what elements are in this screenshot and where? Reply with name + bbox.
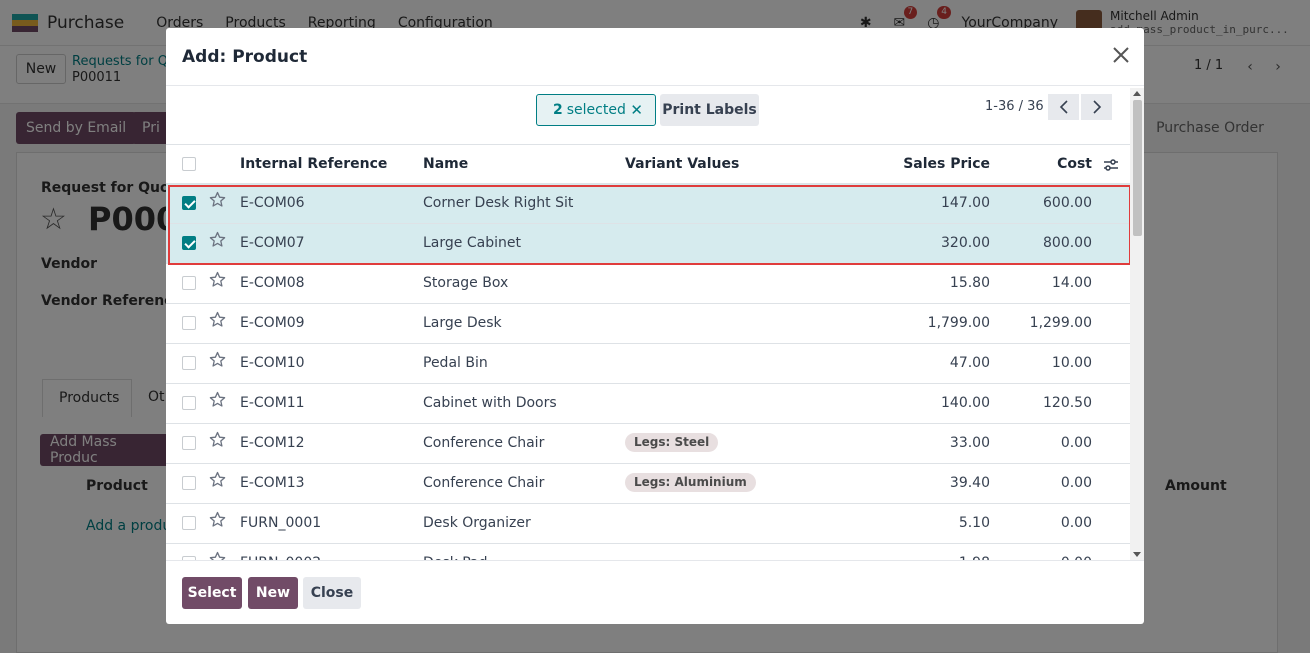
cell-cost: 800.00 — [1043, 235, 1092, 251]
favorite-star-icon[interactable] — [209, 311, 226, 328]
clear-selection-icon[interactable]: ✕ — [630, 101, 643, 119]
list-scrollbar[interactable] — [1130, 88, 1144, 560]
table-header: Internal Reference Name Variant Values S… — [166, 144, 1130, 184]
cell-cost: 0.00 — [1060, 475, 1092, 491]
select-button[interactable]: Select — [182, 577, 242, 609]
cell-name: Cabinet with Doors — [423, 395, 557, 411]
favorite-star-icon[interactable] — [209, 231, 226, 248]
cell-name: Large Desk — [423, 315, 502, 331]
row-checkbox[interactable] — [182, 436, 196, 450]
cell-name: Pedal Bin — [423, 355, 488, 371]
close-icon[interactable] — [1110, 44, 1132, 66]
favorite-star-icon[interactable] — [209, 551, 226, 560]
pager-next-button[interactable] — [1081, 94, 1112, 120]
table-row[interactable]: E-COM09 Large Desk 1,799.00 1,299.00 — [166, 304, 1130, 344]
cell-sales-price: 5.10 — [958, 515, 990, 531]
row-checkbox[interactable] — [182, 316, 196, 330]
list-toolbar: 2 selected ✕ Print Labels 1-36 / 36 — [166, 86, 1130, 144]
cell-internal-reference: E-COM13 — [240, 475, 305, 491]
variant-tag: Legs: Aluminium — [625, 473, 756, 492]
column-variant-values[interactable]: Variant Values — [625, 156, 739, 172]
dialog-header: Add: Product — [166, 28, 1144, 86]
favorite-star-icon[interactable] — [209, 351, 226, 368]
cell-cost: 120.50 — [1043, 395, 1092, 411]
favorite-star-icon[interactable] — [209, 191, 226, 208]
cell-sales-price: 320.00 — [941, 235, 990, 251]
table-row[interactable]: E-COM12 Conference Chair Legs: Steel 33.00 0… — [166, 424, 1130, 464]
optional-columns-icon[interactable] — [1103, 158, 1119, 172]
chevron-right-icon — [1092, 100, 1101, 114]
selected-count: 2 — [553, 102, 563, 118]
table-row[interactable]: E-COM11 Cabinet with Doors 140.00 120.50 — [166, 384, 1130, 424]
table-row[interactable]: E-COM06 Corner Desk Right Sit 147.00 600.00 — [166, 184, 1130, 224]
cell-sales-price: 140.00 — [941, 395, 990, 411]
table-row[interactable]: E-COM07 Large Cabinet 320.00 800.00 — [166, 224, 1130, 264]
new-button[interactable]: New — [248, 577, 298, 609]
product-list: E-COM06 Corner Desk Right Sit 147.00 600.00… — [166, 184, 1130, 560]
row-checkbox[interactable] — [182, 236, 196, 250]
cell-internal-reference: E-COM08 — [240, 275, 305, 291]
dialog-footer: Select New Close — [166, 560, 1144, 624]
cell-cost: 0.00 — [1060, 435, 1092, 451]
column-cost[interactable]: Cost — [996, 156, 1092, 172]
cell-internal-reference: E-COM10 — [240, 355, 305, 371]
pager-previous-button[interactable] — [1048, 94, 1079, 120]
cell-sales-price: 33.00 — [949, 435, 990, 451]
cell-sales-price: 15.80 — [949, 275, 990, 291]
add-product-dialog: Add: Product 2 selected ✕ Print Labels 1… — [166, 28, 1144, 624]
table-row[interactable]: FURN_0002Desk Pad1.980.00 — [166, 544, 1130, 560]
print-labels-button[interactable]: Print Labels — [660, 94, 759, 126]
selection-indicator: 2 selected ✕ — [536, 94, 656, 126]
cell-cost: 14.00 — [1051, 275, 1092, 291]
row-checkbox[interactable] — [182, 196, 196, 210]
favorite-star-icon[interactable] — [209, 471, 226, 488]
cell-name: Conference Chair — [423, 475, 545, 491]
cell-sales-price: 39.40 — [949, 475, 990, 491]
variant-tag: Legs: Steel — [625, 433, 719, 452]
scroll-thumb[interactable] — [1133, 100, 1142, 236]
cell-name: Corner Desk Right Sit — [423, 195, 574, 211]
close-button[interactable]: Close — [303, 577, 361, 609]
cell-internal-reference: E-COM09 — [240, 315, 305, 331]
table-row[interactable]: E-COM08 Storage Box 15.80 14.00 — [166, 264, 1130, 304]
chevron-left-icon — [1059, 100, 1068, 114]
cell-internal-reference: FURN_0001 — [240, 515, 322, 531]
cell-sales-price: 1,799.00 — [927, 315, 990, 331]
cell-internal-reference: E-COM11 — [240, 395, 305, 411]
pager-value[interactable]: 1-36 / 36 — [985, 99, 1044, 114]
cell-cost: 600.00 — [1043, 195, 1092, 211]
cell-name: Conference Chair — [423, 435, 545, 451]
row-checkbox[interactable] — [182, 476, 196, 490]
cell-name: Large Cabinet — [423, 235, 521, 251]
row-checkbox[interactable] — [182, 396, 196, 410]
favorite-star-icon[interactable] — [209, 431, 226, 448]
cell-internal-reference: E-COM07 — [240, 235, 305, 251]
favorite-star-icon[interactable] — [209, 511, 226, 528]
column-sales-price[interactable]: Sales Price — [866, 156, 990, 172]
table-row[interactable]: E-COM10 Pedal Bin 47.00 10.00 — [166, 344, 1130, 384]
table-row[interactable]: E-COM13 Conference Chair Legs: Aluminium 39… — [166, 464, 1130, 504]
row-checkbox[interactable] — [182, 516, 196, 530]
row-checkbox[interactable] — [182, 276, 196, 290]
table-row[interactable]: FURN_0001 Desk Organizer 5.10 0.00 — [166, 504, 1130, 544]
cell-cost: 0.00 — [1060, 515, 1092, 531]
cell-cost: 1,299.00 — [1029, 315, 1092, 331]
select-all-checkbox[interactable] — [182, 157, 196, 171]
favorite-star-icon[interactable] — [209, 271, 226, 288]
cell-name: Storage Box — [423, 275, 509, 291]
cell-sales-price: 47.00 — [949, 355, 990, 371]
column-name[interactable]: Name — [423, 156, 468, 172]
cell-cost: 10.00 — [1051, 355, 1092, 371]
column-internal-reference[interactable]: Internal Reference — [240, 156, 387, 172]
favorite-star-icon[interactable] — [209, 391, 226, 408]
cell-sales-price: 147.00 — [941, 195, 990, 211]
row-checkbox[interactable] — [182, 356, 196, 370]
scroll-up-icon[interactable] — [1133, 91, 1141, 96]
scroll-down-icon[interactable] — [1133, 552, 1141, 557]
selected-label: selected — [566, 102, 626, 118]
cell-internal-reference: E-COM12 — [240, 435, 305, 451]
cell-name: Desk Organizer — [423, 515, 531, 531]
cell-internal-reference: E-COM06 — [240, 195, 305, 211]
dialog-title: Add: Product — [182, 47, 308, 67]
